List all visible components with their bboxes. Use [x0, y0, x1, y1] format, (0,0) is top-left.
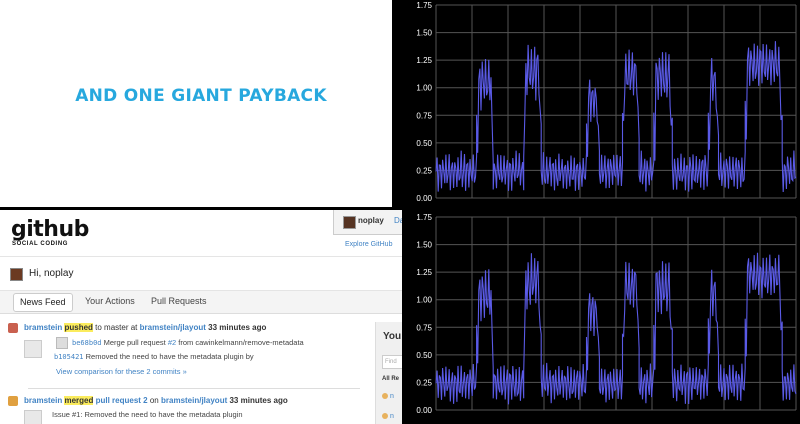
merge-detail: Issue #1: Removed the need to have the m… — [52, 410, 243, 419]
repositories-sidebar: You Find All Re n n — [375, 322, 402, 424]
chart-svg: 0.00 0.25 0.50 0.75 1.00 1.25 1.50 1.75 — [416, 1, 797, 203]
y-tick-label: 0.00 — [416, 194, 432, 203]
chart-bottom: 0.00 0.25 0.50 0.75 1.00 1.25 1.50 1.75 — [402, 212, 800, 424]
event-text: to master at — [95, 323, 138, 332]
view-comparison-link[interactable]: View comparison for these 2 commits » — [56, 367, 187, 376]
feed-item-merge: bramstein merged pull request 2 on brams… — [24, 396, 288, 405]
tab-your-actions[interactable]: Your Actions — [79, 293, 141, 310]
y-tick-label: 1.75 — [416, 213, 432, 222]
repo-link[interactable]: bramstein/jlayout — [161, 396, 227, 405]
avatar — [10, 268, 23, 281]
sidebar-title: You — [383, 331, 402, 342]
y-tick-label: 0.50 — [416, 139, 432, 148]
github-logo[interactable]: github SOCIAL CODING — [11, 217, 89, 248]
y-tick-label: 0.00 — [416, 406, 432, 415]
merge-icon — [8, 396, 18, 406]
chart-top: 0.00 0.25 0.50 0.75 1.00 1.25 1.50 1.75 — [402, 0, 800, 212]
actor-link[interactable]: bramstein — [24, 323, 62, 332]
repo-link[interactable]: bramstein/jlayout — [140, 323, 206, 332]
repo-item[interactable]: n — [382, 393, 394, 400]
presentation-slide: AND ONE GIANT PAYBACK — [0, 0, 392, 207]
y-tick-label: 1.50 — [416, 241, 432, 250]
actor-link[interactable]: bramstein — [24, 396, 62, 405]
push-icon — [8, 323, 18, 333]
repo-item-label: n — [390, 393, 394, 400]
y-tick-label: 1.00 — [416, 296, 432, 305]
event-time: 33 minutes ago — [229, 396, 288, 405]
user-menu[interactable]: noplay Da — [333, 210, 402, 235]
tab-news-feed[interactable]: News Feed — [13, 293, 73, 312]
header-divider — [0, 256, 402, 257]
commit-row: be68b0d Merge pull request #2 from cawin… — [72, 338, 304, 347]
repo-icon — [382, 413, 388, 420]
y-tick-label: 0.25 — [416, 378, 432, 387]
dashboard-link[interactable]: Da — [394, 216, 402, 225]
github-logo-word: github — [11, 217, 89, 242]
y-tick-label: 1.00 — [416, 84, 432, 93]
repo-item[interactable]: n — [382, 413, 394, 420]
github-dashboard: github SOCIAL CODING noplay Da Explore G… — [0, 210, 402, 424]
dashboard-tabs: News Feed Your Actions Pull Requests — [0, 290, 402, 314]
y-tick-label: 1.25 — [416, 268, 432, 277]
action-badge: pushed — [64, 323, 93, 332]
slide-headline: AND ONE GIANT PAYBACK — [75, 86, 327, 106]
user-name[interactable]: noplay — [358, 216, 384, 225]
commit-message: Removed the need to have the metadata pl… — [85, 352, 254, 361]
avatar — [24, 340, 42, 358]
y-tick-label: 0.75 — [416, 323, 432, 332]
commit-message: Merge pull request — [103, 338, 168, 347]
y-tick-label: 1.25 — [416, 56, 432, 65]
commit-row: b105421 Removed the need to have the met… — [54, 352, 254, 361]
avatar — [24, 410, 42, 424]
tab-pull-requests[interactable]: Pull Requests — [145, 293, 213, 310]
y-tick-label: 1.50 — [416, 29, 432, 38]
action-badge: merged — [64, 396, 94, 405]
repo-item-label: n — [390, 413, 394, 420]
commit-sha-link[interactable]: be68b0d — [72, 339, 102, 347]
repo-filter-input[interactable]: Find — [382, 355, 402, 369]
chart-svg: 0.00 0.25 0.50 0.75 1.00 1.25 1.50 1.75 — [416, 213, 797, 415]
y-tick-label: 0.75 — [416, 111, 432, 120]
feed-divider — [28, 388, 360, 389]
avatar — [343, 216, 356, 229]
compare-link: View comparison for these 2 commits » — [56, 367, 187, 376]
event-time: 33 minutes ago — [208, 323, 267, 332]
greeting: Hi, noplay — [29, 268, 74, 279]
feed-item-push: bramstein pushed to master at bramstein/… — [24, 323, 266, 332]
pull-request-link[interactable]: #2 — [168, 338, 176, 347]
explore-github-link[interactable]: Explore GitHub — [345, 241, 392, 248]
commit-message-tail: from cawinkelmann/remove-metadata — [176, 338, 304, 347]
commit-sha-link[interactable]: b105421 — [54, 353, 84, 361]
avatar — [56, 337, 68, 349]
y-tick-label: 0.50 — [416, 351, 432, 360]
filter-all-link[interactable]: All Re — [382, 376, 399, 382]
y-tick-label: 1.75 — [416, 1, 432, 10]
repo-icon — [382, 393, 388, 400]
pull-request-link[interactable]: pull request 2 — [96, 396, 148, 405]
event-text: on — [149, 396, 159, 405]
y-tick-label: 0.25 — [416, 166, 432, 175]
